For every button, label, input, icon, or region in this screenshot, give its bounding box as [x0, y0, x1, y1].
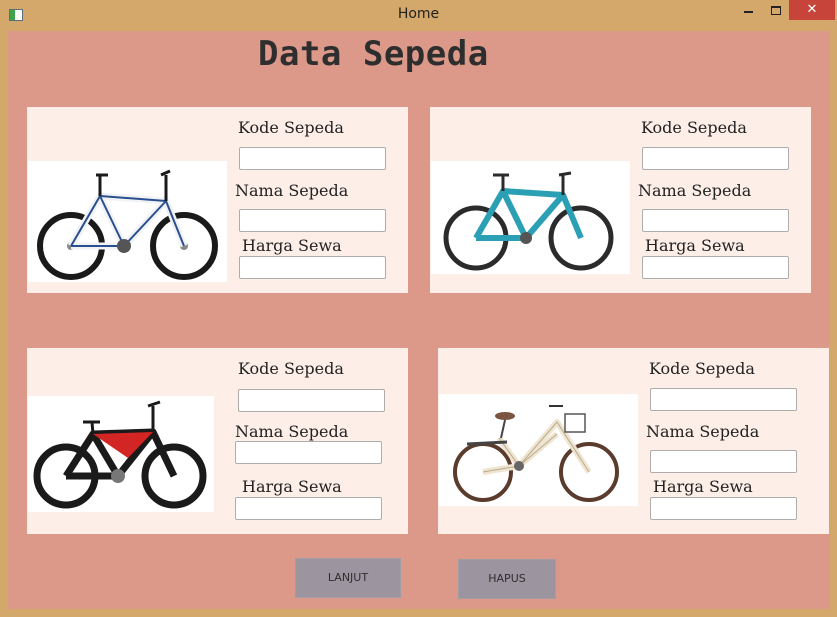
bike-card-2: Kode Sepeda Nama Sepeda Harga Sewa: [430, 107, 811, 293]
bike-illustration: [33, 400, 207, 509]
bike-image: [28, 396, 214, 512]
bike-illustration: [453, 405, 619, 502]
bike-card-4: Kode Sepeda Nama Sepeda Harga Sewa: [438, 348, 829, 534]
bike-illustration: [443, 171, 614, 271]
bike-image: [439, 394, 638, 506]
title-bar: Home ✕: [0, 0, 837, 30]
page-title: Data Sepeda: [258, 34, 489, 74]
minimize-button[interactable]: [735, 0, 763, 20]
nama-sepeda-label: Nama Sepeda: [235, 422, 349, 441]
harga-sewa-input[interactable]: [650, 497, 797, 520]
kode-sepeda-input[interactable]: [239, 147, 386, 170]
harga-sewa-input[interactable]: [642, 256, 789, 279]
nama-sepeda-input[interactable]: [239, 209, 386, 232]
harga-sewa-input[interactable]: [239, 256, 386, 279]
nama-sepeda-input[interactable]: [642, 209, 789, 232]
harga-sewa-label: Harga Sewa: [242, 236, 342, 255]
maximize-button[interactable]: [763, 0, 789, 20]
kode-sepeda-label: Kode Sepeda: [238, 359, 344, 378]
kode-sepeda-input[interactable]: [238, 389, 385, 412]
bike-image: [431, 161, 630, 274]
hapus-button[interactable]: HAPUS: [458, 559, 556, 599]
bike-illustration: [37, 169, 218, 280]
lanjut-button[interactable]: LANJUT: [295, 558, 401, 598]
harga-sewa-label: Harga Sewa: [653, 477, 753, 496]
nama-sepeda-label: Nama Sepeda: [235, 181, 349, 200]
main-panel: Data Sepeda Kode Sepeda Nama Sepeda Harg…: [8, 31, 829, 609]
bike-image: [28, 161, 227, 282]
nama-sepeda-input[interactable]: [235, 441, 382, 464]
nama-sepeda-label: Nama Sepeda: [638, 181, 752, 200]
bike-card-3: Kode Sepeda Nama Sepeda Harga Sewa: [27, 348, 408, 534]
close-button[interactable]: ✕: [789, 0, 835, 20]
harga-sewa-label: Harga Sewa: [242, 477, 342, 496]
nama-sepeda-input[interactable]: [650, 450, 797, 473]
kode-sepeda-input[interactable]: [642, 147, 789, 170]
bike-card-1: Kode Sepeda Nama Sepeda Harga Sewa: [27, 107, 408, 293]
kode-sepeda-label: Kode Sepeda: [641, 118, 747, 137]
window-title: Home: [397, 6, 440, 22]
kode-sepeda-input[interactable]: [650, 388, 797, 411]
nama-sepeda-label: Nama Sepeda: [646, 422, 760, 441]
harga-sewa-input[interactable]: [235, 497, 382, 520]
kode-sepeda-label: Kode Sepeda: [238, 118, 344, 137]
harga-sewa-label: Harga Sewa: [645, 236, 745, 255]
kode-sepeda-label: Kode Sepeda: [649, 359, 755, 378]
